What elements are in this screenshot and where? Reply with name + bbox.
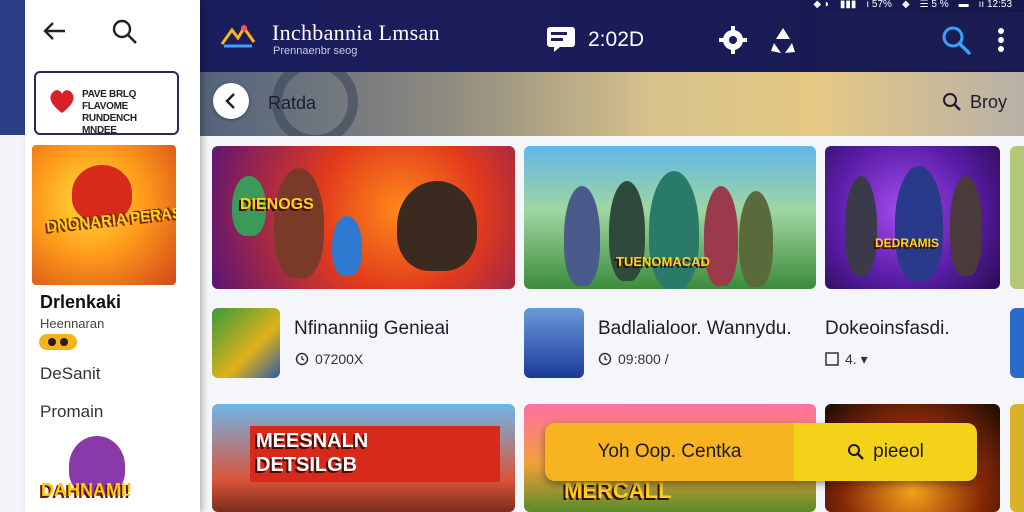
- game-meta: 07200X: [315, 351, 364, 367]
- cta-search-label: pieeol: [873, 441, 924, 462]
- character-art: [274, 168, 324, 278]
- banner-title: DIENOGS: [240, 196, 314, 213]
- game-banner-2[interactable]: TUENOMACAD: [524, 146, 816, 289]
- browse-search-icon[interactable]: [942, 92, 962, 112]
- game-name: Dokeoinsfasdi.: [825, 318, 950, 339]
- game-banner-peek[interactable]: [1010, 404, 1024, 512]
- game-meta: 09:800 /: [618, 351, 669, 367]
- search-icon[interactable]: [940, 24, 972, 56]
- status-item: ıı 12:53: [978, 0, 1012, 10]
- clock-icon: [598, 352, 612, 366]
- list-item[interactable]: Badlalialoor. Wannydu. 09:800 /: [524, 308, 824, 380]
- status-item: ◆: [901, 0, 910, 10]
- status-bar: ◆ ◗ ▮▮▮ ı 57% ◆ ☰ 5 % ▬ ıı 12:53: [582, 0, 1024, 10]
- search-icon: [848, 444, 864, 460]
- featured-game-art[interactable]: DNONARIA PERASSIG!: [32, 145, 176, 285]
- banner-title: DEDRAMIS: [875, 236, 940, 250]
- back-arrow-icon[interactable]: [41, 18, 69, 44]
- character-art: [332, 216, 362, 276]
- game-name: Badlalialoor. Wannydu.: [598, 318, 792, 339]
- game-icon: [212, 308, 280, 378]
- banner-title: MEESNALN: [256, 430, 369, 452]
- banner-title: DETSILGB: [256, 454, 358, 476]
- banner-title: MERCALL: [564, 478, 672, 503]
- cta-primary-button[interactable]: Yoh Oop. Centka: [545, 423, 794, 481]
- drawer-game-name: Drlenkaki: [40, 292, 122, 312]
- character-art: [564, 186, 600, 286]
- game-banner-peek[interactable]: [1010, 146, 1024, 289]
- status-item: ı 57%: [866, 0, 892, 10]
- cta-search-button[interactable]: pieeol: [794, 423, 977, 481]
- banner-title: TUENOMACAD: [616, 254, 710, 269]
- game-meta: 4. ▾: [845, 351, 868, 367]
- character-art: [950, 176, 982, 276]
- checkbox-icon: [825, 352, 839, 366]
- more-options-icon[interactable]: [992, 26, 1010, 54]
- list-item[interactable]: Dokeoinsfasdi. 4. ▾: [825, 308, 1024, 380]
- status-item: ▬: [958, 0, 969, 10]
- background-edge: [0, 0, 25, 512]
- status-item: ▮▮▮: [839, 0, 857, 10]
- game-name: Nfinanniig Genieai: [294, 318, 450, 339]
- status-item: ☰ 5 %: [919, 0, 949, 10]
- hero-back-button[interactable]: [213, 83, 249, 119]
- settings-gear-icon[interactable]: [718, 25, 748, 55]
- character-art: [845, 176, 877, 276]
- hero-title: Ratda: [268, 93, 317, 113]
- status-item: ◆ ◗: [813, 0, 830, 10]
- game-banner-5[interactable]: MEESNALN DETSILGB: [212, 404, 515, 512]
- game-banner-3[interactable]: DEDRAMIS: [825, 146, 1000, 289]
- chevron-left-icon: [225, 93, 235, 109]
- promo-text: PAVE BRLQ FLAVOME RUNDENCH MNDEE: [82, 89, 137, 136]
- game-icon: [524, 308, 584, 378]
- hero-strip: Ratda Broy: [200, 72, 1024, 136]
- clock-icon: [295, 352, 309, 366]
- game-icon-peek: [1010, 308, 1024, 378]
- game-banner-1[interactable]: DIENOGS: [212, 146, 515, 289]
- drawer-game-subtitle: Heennaran: [40, 316, 105, 331]
- character-art: [397, 181, 477, 271]
- character-art: [704, 186, 738, 286]
- chat-icon[interactable]: [546, 26, 576, 52]
- timer-text: 2:02D: [588, 28, 645, 51]
- app-subtitle: Prennaenbr seog: [273, 45, 358, 57]
- promo-card[interactable]: PAVE BRLQ FLAVOME RUNDENCH MNDEE: [34, 71, 179, 136]
- drawer-game-art[interactable]: DAHNAMI!: [39, 428, 159, 512]
- cta-bar: Yoh Oop. Centka pieeol: [545, 423, 977, 481]
- character-art: [895, 166, 943, 281]
- search-icon[interactable]: [111, 18, 139, 46]
- rating-badge: [39, 334, 77, 350]
- character-art: [649, 171, 699, 289]
- character-art: [739, 191, 773, 287]
- app-logo-icon: [220, 25, 256, 48]
- drawer-art-title: DAHNAMI!: [41, 480, 132, 500]
- list-item[interactable]: Nfinanniig Genieai 07200X: [212, 308, 512, 380]
- app-title: Inchbannia Lmsan: [272, 20, 440, 45]
- refresh-icon[interactable]: [768, 25, 798, 55]
- drawer-item-desanit[interactable]: DeSanit: [40, 364, 100, 384]
- browse-link[interactable]: Broy: [970, 92, 1007, 113]
- drawer-item-promain[interactable]: Promain: [40, 402, 103, 422]
- heart-icon: [50, 90, 74, 113]
- navigation-drawer: PAVE BRLQ FLAVOME RUNDENCH MNDEE DNONARI…: [25, 0, 200, 512]
